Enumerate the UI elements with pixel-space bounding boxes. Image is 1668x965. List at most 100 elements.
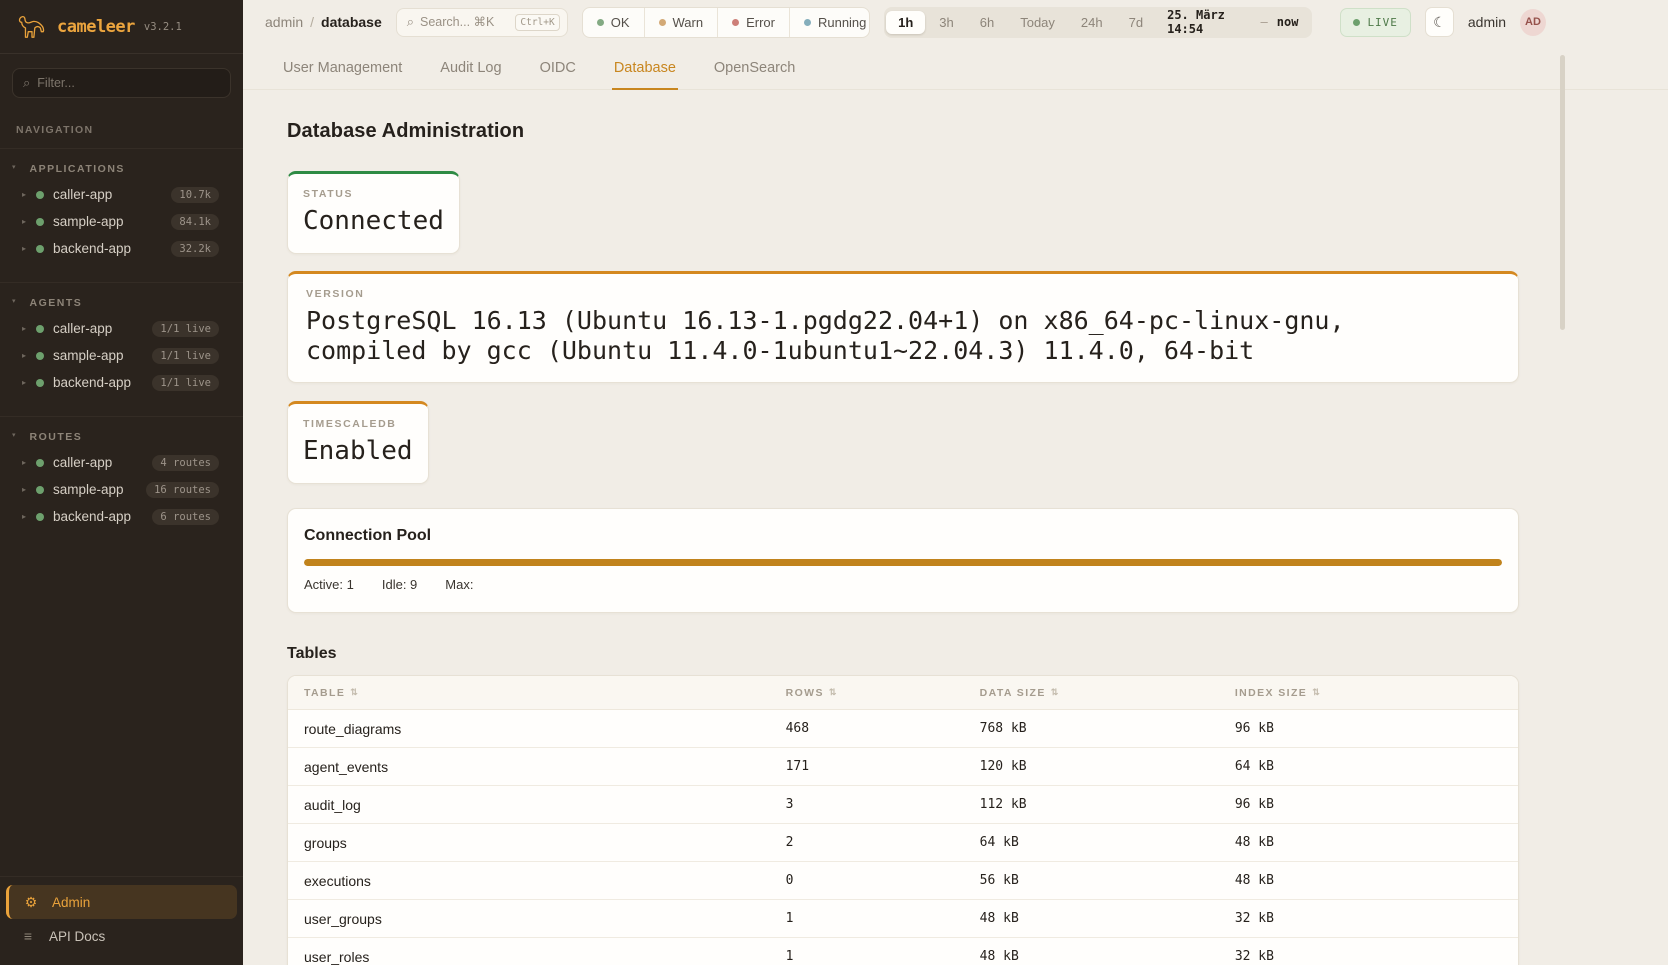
live-toggle[interactable]: LIVE bbox=[1340, 8, 1411, 37]
column-header-table[interactable]: TABLE ⇅ bbox=[304, 687, 786, 699]
chevron-right-icon: ▸ bbox=[22, 217, 36, 226]
time-from: 25. März 14:54 bbox=[1167, 8, 1251, 36]
status-dot bbox=[36, 352, 44, 360]
chevron-right-icon: ▸ bbox=[22, 324, 36, 333]
sidebar-filter-input[interactable] bbox=[37, 76, 220, 90]
pool-idle: Idle: 9 bbox=[382, 577, 417, 592]
time-range-today[interactable]: Today bbox=[1008, 11, 1067, 34]
sidebar: cameleer v3.2.1 ⌕ NAVIGATION ▾ APPLICATI… bbox=[0, 0, 243, 965]
section-routes: ▾ ROUTES ▸ caller-app 4 routes ▸ sample-… bbox=[0, 416, 243, 542]
tab-user-management[interactable]: User Management bbox=[281, 60, 404, 89]
admin-tabs: User Management Audit Log OIDC Database … bbox=[243, 44, 1668, 90]
caret-down-icon: ▾ bbox=[12, 163, 16, 173]
cell-rows: 3 bbox=[786, 797, 980, 812]
filter-label: OK bbox=[611, 15, 630, 30]
sidebar-item-agents-sample-app[interactable]: ▸ sample-app 1/1 live bbox=[0, 342, 243, 369]
cell-table-name: route_diagrams bbox=[304, 721, 786, 737]
chevron-right-icon: ▸ bbox=[22, 458, 36, 467]
timescaledb-card-label: TIMESCALEDB bbox=[303, 418, 413, 430]
routes-badge: 6 routes bbox=[152, 509, 219, 525]
time-range-1h[interactable]: 1h bbox=[886, 11, 925, 34]
page-title: Database Administration bbox=[287, 120, 1668, 143]
filter-label: Running bbox=[818, 15, 866, 30]
section-header-applications[interactable]: ▾ APPLICATIONS bbox=[0, 159, 243, 181]
table-row[interactable]: user_roles 1 48 kB 32 kB bbox=[288, 938, 1518, 965]
tab-oidc[interactable]: OIDC bbox=[538, 60, 578, 89]
sidebar-item-api-docs[interactable]: ≡ API Docs bbox=[6, 919, 237, 953]
time-range-6h[interactable]: 6h bbox=[968, 11, 1006, 34]
sidebar-item-applications-backend-app[interactable]: ▸ backend-app 32.2k bbox=[0, 235, 243, 262]
navigation-label: NAVIGATION bbox=[16, 124, 227, 136]
sidebar-item-routes-sample-app[interactable]: ▸ sample-app 16 routes bbox=[0, 476, 243, 503]
app-version: v3.2.1 bbox=[144, 21, 182, 33]
column-label: INDEX SIZE bbox=[1235, 687, 1307, 699]
table-row[interactable]: agent_events 171 120 kB 64 kB bbox=[288, 748, 1518, 786]
moon-icon: ☾ bbox=[1433, 14, 1446, 31]
filter-error[interactable]: Error bbox=[718, 8, 790, 37]
tab-database[interactable]: Database bbox=[612, 60, 678, 89]
scrollbar[interactable] bbox=[1560, 55, 1565, 330]
breadcrumb-parent[interactable]: admin bbox=[265, 14, 303, 30]
table-row[interactable]: user_groups 1 48 kB 32 kB bbox=[288, 900, 1518, 938]
time-display[interactable]: 25. März 14:54 — now bbox=[1157, 8, 1310, 36]
sort-icon: ⇅ bbox=[829, 687, 837, 698]
tables-card: TABLE ⇅ ROWS ⇅ DATA SIZE ⇅ INDEX SIZE ⇅ bbox=[287, 675, 1519, 965]
chevron-right-icon: ▸ bbox=[22, 512, 36, 521]
item-label: Admin bbox=[52, 895, 90, 910]
status-card-label: STATUS bbox=[303, 188, 444, 200]
time-range-24h[interactable]: 24h bbox=[1069, 11, 1115, 34]
count-badge: 32.2k bbox=[171, 241, 219, 257]
cell-rows: 1 bbox=[786, 911, 980, 926]
sidebar-item-applications-caller-app[interactable]: ▸ caller-app 10.7k bbox=[0, 181, 243, 208]
column-header-index-size[interactable]: INDEX SIZE ⇅ bbox=[1235, 687, 1502, 699]
connection-pool-bar bbox=[304, 559, 1502, 566]
sidebar-item-admin[interactable]: ⚙ Admin bbox=[6, 885, 237, 919]
item-label: sample-app bbox=[53, 482, 146, 497]
breadcrumb-current: database bbox=[321, 14, 382, 30]
filter-running[interactable]: Running bbox=[790, 8, 870, 37]
live-label: LIVE bbox=[1367, 16, 1398, 29]
timescaledb-card: TIMESCALEDB Enabled bbox=[287, 401, 429, 484]
column-header-data-size[interactable]: DATA SIZE ⇅ bbox=[980, 687, 1235, 699]
table-row[interactable]: executions 0 56 kB 48 kB bbox=[288, 862, 1518, 900]
item-label: sample-app bbox=[53, 348, 152, 363]
filter-ok[interactable]: OK bbox=[583, 8, 645, 37]
tab-opensearch[interactable]: OpenSearch bbox=[712, 60, 797, 89]
item-label: caller-app bbox=[53, 321, 152, 336]
sidebar-item-agents-backend-app[interactable]: ▸ backend-app 1/1 live bbox=[0, 369, 243, 396]
sidebar-footer: ⚙ Admin ≡ API Docs bbox=[0, 876, 243, 965]
filter-warn[interactable]: Warn bbox=[645, 8, 719, 37]
column-label: TABLE bbox=[304, 687, 345, 699]
global-search-input[interactable] bbox=[420, 15, 509, 29]
chevron-right-icon: ▸ bbox=[22, 190, 36, 199]
sidebar-filter[interactable]: ⌕ bbox=[12, 68, 231, 98]
tab-audit-log[interactable]: Audit Log bbox=[438, 60, 503, 89]
section-header-routes[interactable]: ▾ ROUTES bbox=[0, 427, 243, 449]
dark-mode-toggle[interactable]: ☾ bbox=[1425, 7, 1454, 37]
section-header-agents[interactable]: ▾ AGENTS bbox=[0, 293, 243, 315]
global-search[interactable]: ⌕ Ctrl+K bbox=[396, 8, 568, 37]
time-range-3h[interactable]: 3h bbox=[927, 11, 965, 34]
avatar[interactable]: AD bbox=[1520, 9, 1546, 36]
chevron-right-icon: ▸ bbox=[22, 244, 36, 253]
sort-icon: ⇅ bbox=[1312, 687, 1320, 698]
time-range-7d[interactable]: 7d bbox=[1117, 11, 1155, 34]
table-row[interactable]: audit_log 3 112 kB 96 kB bbox=[288, 786, 1518, 824]
cell-data-size: 768 kB bbox=[980, 721, 1235, 736]
table-row[interactable]: route_diagrams 468 768 kB 96 kB bbox=[288, 710, 1518, 748]
status-card-value: Connected bbox=[303, 206, 444, 237]
sidebar-item-applications-sample-app[interactable]: ▸ sample-app 84.1k bbox=[0, 208, 243, 235]
caret-down-icon: ▾ bbox=[12, 297, 16, 307]
sidebar-item-routes-backend-app[interactable]: ▸ backend-app 6 routes bbox=[0, 503, 243, 530]
table-header-row: TABLE ⇅ ROWS ⇅ DATA SIZE ⇅ INDEX SIZE ⇅ bbox=[288, 676, 1518, 710]
column-header-rows[interactable]: ROWS ⇅ bbox=[786, 687, 980, 699]
menu-icon: ≡ bbox=[20, 928, 36, 944]
chevron-right-icon: ▸ bbox=[22, 351, 36, 360]
pool-active: Active: 1 bbox=[304, 577, 354, 592]
sidebar-item-agents-caller-app[interactable]: ▸ caller-app 1/1 live bbox=[0, 315, 243, 342]
section-title: ROUTES bbox=[30, 431, 83, 443]
logo-row: cameleer v3.2.1 bbox=[0, 0, 243, 54]
sidebar-item-routes-caller-app[interactable]: ▸ caller-app 4 routes bbox=[0, 449, 243, 476]
table-row[interactable]: groups 2 64 kB 48 kB bbox=[288, 824, 1518, 862]
connection-pool-stats: Active: 1 Idle: 9 Max: bbox=[304, 577, 1502, 592]
